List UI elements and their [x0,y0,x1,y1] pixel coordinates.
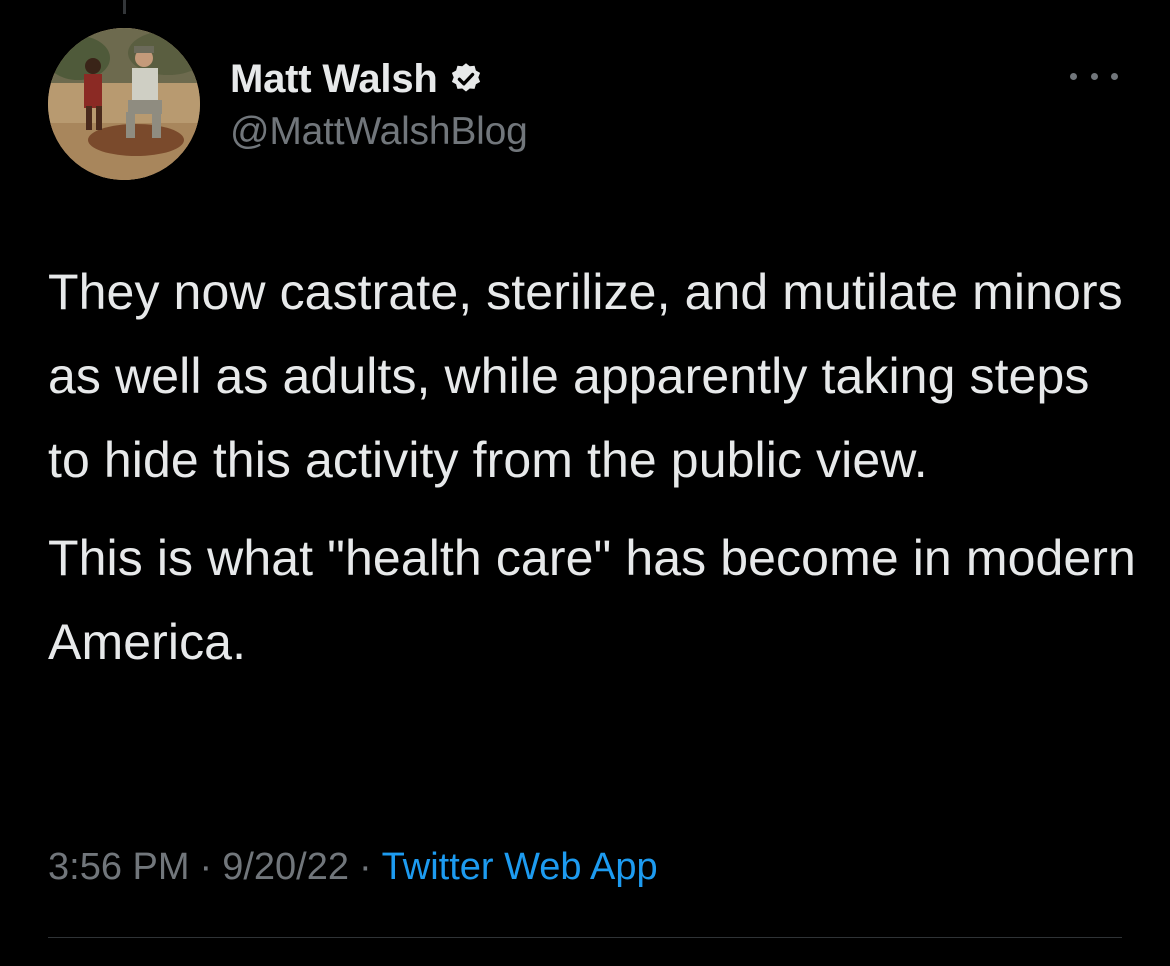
verified-badge-icon [448,61,484,97]
author-handle[interactable]: @MattWalshBlog [230,110,528,154]
author-display-name[interactable]: Matt Walsh [230,57,438,102]
author-info: Matt Walsh @MattWalshBlog [230,54,528,154]
tweet-text: They now castrate, sterilize, and mutila… [48,250,1138,684]
divider [48,937,1122,938]
more-options-icon [1090,72,1098,80]
tweet-date[interactable]: 9/20/22 [222,846,349,888]
tweet-header: Matt Walsh @MattWalshBlog [48,28,1122,180]
tweet-paragraph: They now castrate, sterilize, and mutila… [48,264,1123,488]
avatar[interactable] [48,28,200,180]
tweet-metadata: 3:56 PM · 9/20/22 · Twitter Web App [48,846,658,889]
meta-separator: · [199,846,213,888]
tweet-paragraph: This is what "health care" has become in… [48,530,1136,670]
avatar-photo-icon [48,28,200,180]
thread-connector-line [123,0,126,14]
more-options-icon [1070,72,1077,80]
more-options-button[interactable] [1070,62,1118,90]
tweet-time[interactable]: 3:56 PM [48,846,190,888]
meta-separator: · [358,846,372,888]
tweet-source-link[interactable]: Twitter Web App [382,846,658,888]
more-options-icon [1111,72,1118,80]
author-name-row[interactable]: Matt Walsh [230,54,528,104]
